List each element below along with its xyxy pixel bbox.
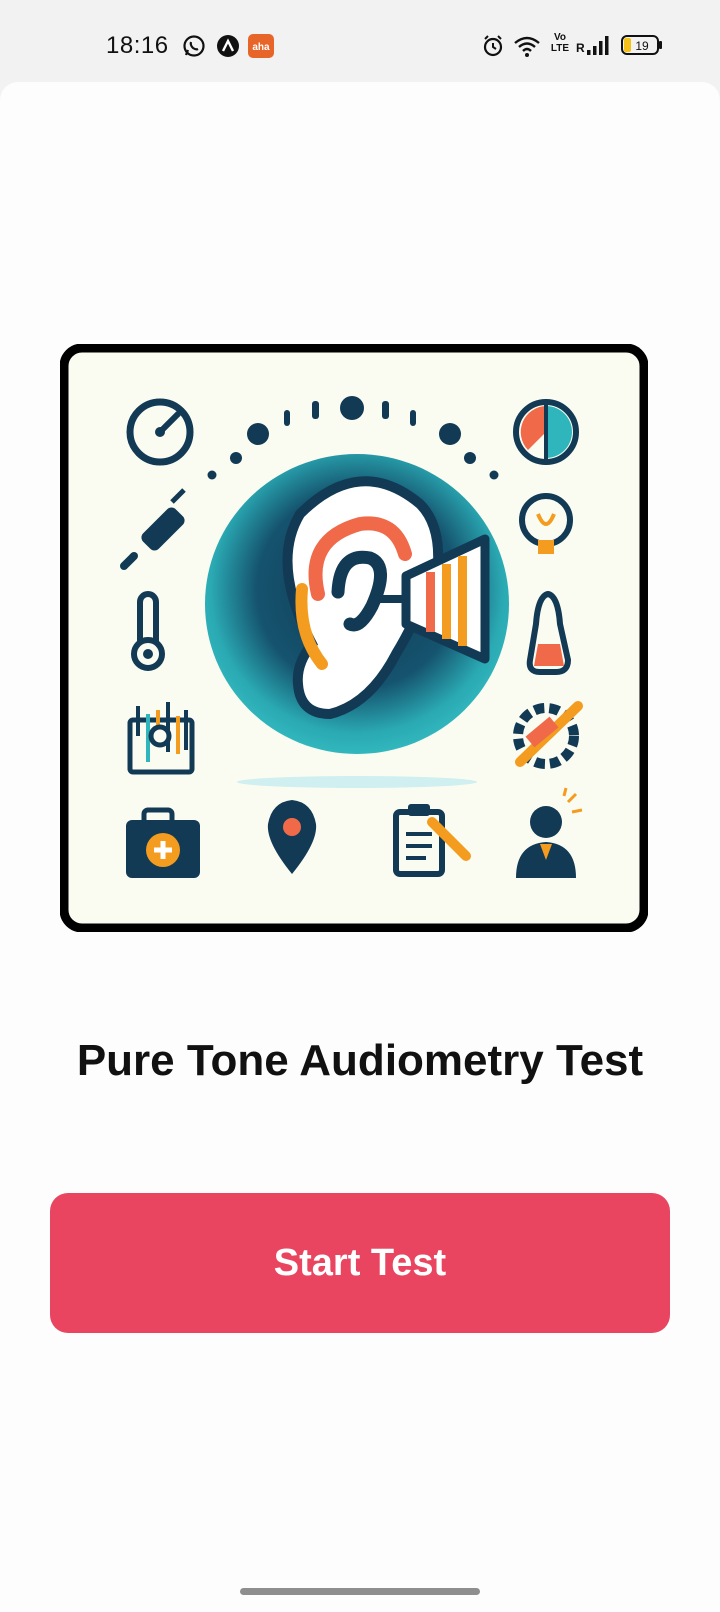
medical-kit-icon <box>126 807 200 878</box>
volte-icon: Vo LTE <box>550 32 570 54</box>
wifi-icon <box>514 36 540 57</box>
status-bar: 18:16 aha Vo LTE R 19 <box>0 0 720 80</box>
alarm-icon <box>483 35 503 57</box>
start-test-label: Start Test <box>273 1241 447 1284</box>
battery-level: 19 <box>635 39 649 53</box>
status-time: 18:16 <box>106 32 169 59</box>
page-title: Pure Tone Audiometry Test <box>76 1036 644 1085</box>
thermometer-icon <box>131 591 165 671</box>
gauge-icon <box>126 398 194 466</box>
audiometry-illustration <box>60 344 648 932</box>
battery-icon: 19 <box>621 35 662 55</box>
roaming-label: R <box>576 41 585 55</box>
aha-app-icon: aha <box>248 34 274 58</box>
whatsapp-icon <box>183 35 205 57</box>
start-test-button[interactable]: Start Test <box>50 1193 670 1333</box>
pie-chart-icon <box>513 399 579 465</box>
volte-label: Vo LTE <box>550 32 570 54</box>
signal-icon <box>587 36 609 55</box>
home-indicator[interactable] <box>240 1588 480 1595</box>
aha-label: aha <box>252 42 270 53</box>
app-a-icon <box>217 35 239 57</box>
